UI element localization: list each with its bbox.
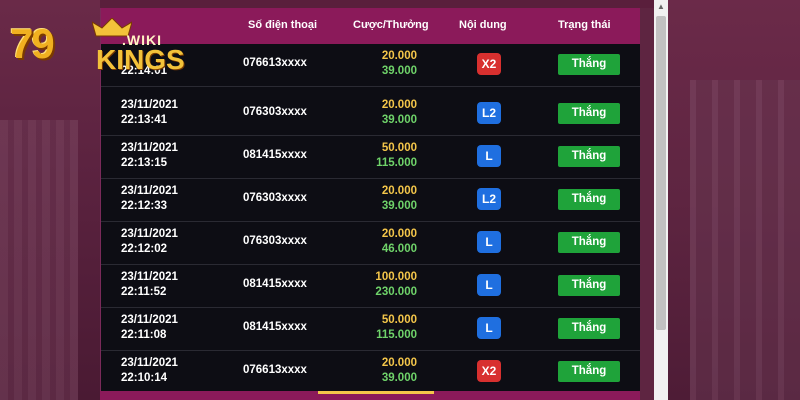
row-bet-amount: 20.000 <box>381 228 417 240</box>
row-win-amount: 39.000 <box>381 114 417 126</box>
row-bet-win: 20.000 39.000 <box>382 184 417 214</box>
table-row[interactable]: 23/11/2021 22:10:14 076613xxxx 20.000 39.000… <box>101 351 641 394</box>
row-datetime: 23/11/2021 22:13:15 <box>121 141 178 171</box>
row-time: 22:12:02 <box>121 243 168 255</box>
header-status: Trạng thái <box>558 19 611 31</box>
row-date: 23/11/2021 <box>121 185 178 197</box>
row-status-button[interactable]: Thắng <box>558 189 620 210</box>
active-tab-indicator <box>318 391 434 394</box>
row-win-amount: 230.000 <box>375 286 417 298</box>
scrollbar-thumb[interactable] <box>656 16 666 330</box>
header-bet: Cược/Thưởng <box>353 19 429 31</box>
row-win-amount: 39.000 <box>381 200 417 212</box>
row-bet-win: 100.000 230.000 <box>375 270 417 300</box>
row-date: 23/11/2021 <box>121 314 178 326</box>
row-status-button[interactable]: Thắng <box>558 54 620 75</box>
row-status-button[interactable]: Thắng <box>558 232 620 253</box>
row-phone: 081415xxxx <box>243 149 307 161</box>
table-row[interactable]: 23/11/2021 22:12:33 076303xxxx 20.000 39.000… <box>101 179 641 222</box>
row-content-badge: L <box>477 317 501 339</box>
row-phone: 076613xxxx <box>243 364 307 376</box>
row-date: 23/11/2021 <box>121 228 178 240</box>
row-win-amount: 115.000 <box>376 157 417 169</box>
row-win-amount: 46.000 <box>381 243 417 255</box>
background-building-left <box>0 120 78 400</box>
row-win-amount: 115.000 <box>376 329 417 341</box>
row-date: 23/11/2021 <box>121 357 178 369</box>
row-content-badge: L <box>477 145 501 167</box>
row-bet-amount: 20.000 <box>381 50 417 62</box>
row-phone: 081415xxxx <box>243 321 307 333</box>
row-phone: 076303xxxx <box>243 235 307 247</box>
row-date: 23/11/2021 <box>121 271 178 283</box>
panel-edge <box>640 8 654 400</box>
table-row[interactable]: 23/11/2021 22:11:08 081415xxxx 50.000 115.00… <box>101 308 641 351</box>
row-datetime: 23/11/2021 22:10:14 <box>121 356 178 386</box>
table-row[interactable]: 23/11/2021 22:12:02 076303xxxx 20.000 46.000… <box>101 222 641 265</box>
table-row[interactable]: 23/11/2021 22:13:41 076303xxxx 20.000 39.000… <box>101 93 641 136</box>
row-phone: 076303xxxx <box>243 106 307 118</box>
row-win-amount: 39.000 <box>381 65 417 77</box>
row-datetime: 23/11/2021 22:12:33 <box>121 184 178 214</box>
background-building-right <box>690 80 800 400</box>
row-status-button[interactable]: Thắng <box>558 275 620 296</box>
row-time: 22:10:14 <box>121 372 168 384</box>
row-content-badge: X2 <box>477 53 501 75</box>
row-bet-amount: 20.000 <box>381 357 417 369</box>
row-datetime: 23/11/2021 22:11:08 <box>121 313 178 343</box>
row-content-badge: L2 <box>477 188 501 210</box>
row-time: 22:12:33 <box>121 200 168 212</box>
row-content-badge: L <box>477 274 501 296</box>
row-bet-win: 50.000 115.000 <box>376 313 417 343</box>
row-time: 22:13:15 <box>121 157 168 169</box>
row-bet-win: 20.000 46.000 <box>382 227 417 257</box>
row-bet-win: 20.000 39.000 <box>382 356 417 386</box>
row-status-button[interactable]: Thắng <box>558 146 620 167</box>
logo-kings-text: KINGS <box>96 44 185 75</box>
row-date: 23/11/2021 <box>121 99 178 111</box>
scroll-up-arrow-icon[interactable]: ▲ <box>656 2 666 12</box>
row-bet-win: 20.000 39.000 <box>382 49 417 79</box>
header-phone: Số điện thoại <box>248 19 318 31</box>
row-bet-amount: 50.000 <box>381 314 417 326</box>
row-date: 23/11/2021 <box>121 142 178 154</box>
row-content-badge: L2 <box>477 102 501 124</box>
row-content-badge: X2 <box>477 360 501 382</box>
table-row[interactable]: 23/11/2021 22:13:15 081415xxxx 50.000 115.00… <box>101 136 641 179</box>
row-phone: 081415xxxx <box>243 278 307 290</box>
row-status-button[interactable]: Thắng <box>558 103 620 124</box>
row-datetime: 23/11/2021 22:13:41 <box>121 98 178 128</box>
row-time: 22:11:52 <box>121 286 167 298</box>
row-bet-win: 20.000 39.000 <box>382 98 417 128</box>
row-bet-amount: 50.000 <box>381 142 417 154</box>
row-phone: 076303xxxx <box>243 192 307 204</box>
header-content: Nội dung <box>459 19 507 31</box>
row-win-amount: 39.000 <box>381 372 417 384</box>
logo-number: 79 <box>10 20 55 67</box>
row-bet-win: 50.000 115.000 <box>376 141 417 171</box>
row-time: 22:13:41 <box>121 114 168 126</box>
site-logo[interactable]: 79 .WIKI KINGS <box>10 14 185 75</box>
row-datetime: 23/11/2021 22:12:02 <box>121 227 178 257</box>
row-bet-amount: 20.000 <box>381 99 417 111</box>
row-content-badge: L <box>477 231 501 253</box>
row-bet-amount: 20.000 <box>381 185 417 197</box>
row-time: 22:11:08 <box>121 329 167 341</box>
row-status-button[interactable]: Thắng <box>558 318 620 339</box>
row-datetime: 23/11/2021 22:11:52 <box>121 270 178 300</box>
row-phone: 076613xxxx <box>243 57 307 69</box>
table-row[interactable]: 23/11/2021 22:11:52 081415xxxx 100.000 230.0… <box>101 265 641 308</box>
table-header: Số điện thoại Cược/Thưởng Nội dung Trạng… <box>101 8 641 44</box>
row-bet-amount: 100.000 <box>375 271 417 283</box>
row-status-button[interactable]: Thắng <box>558 361 620 382</box>
